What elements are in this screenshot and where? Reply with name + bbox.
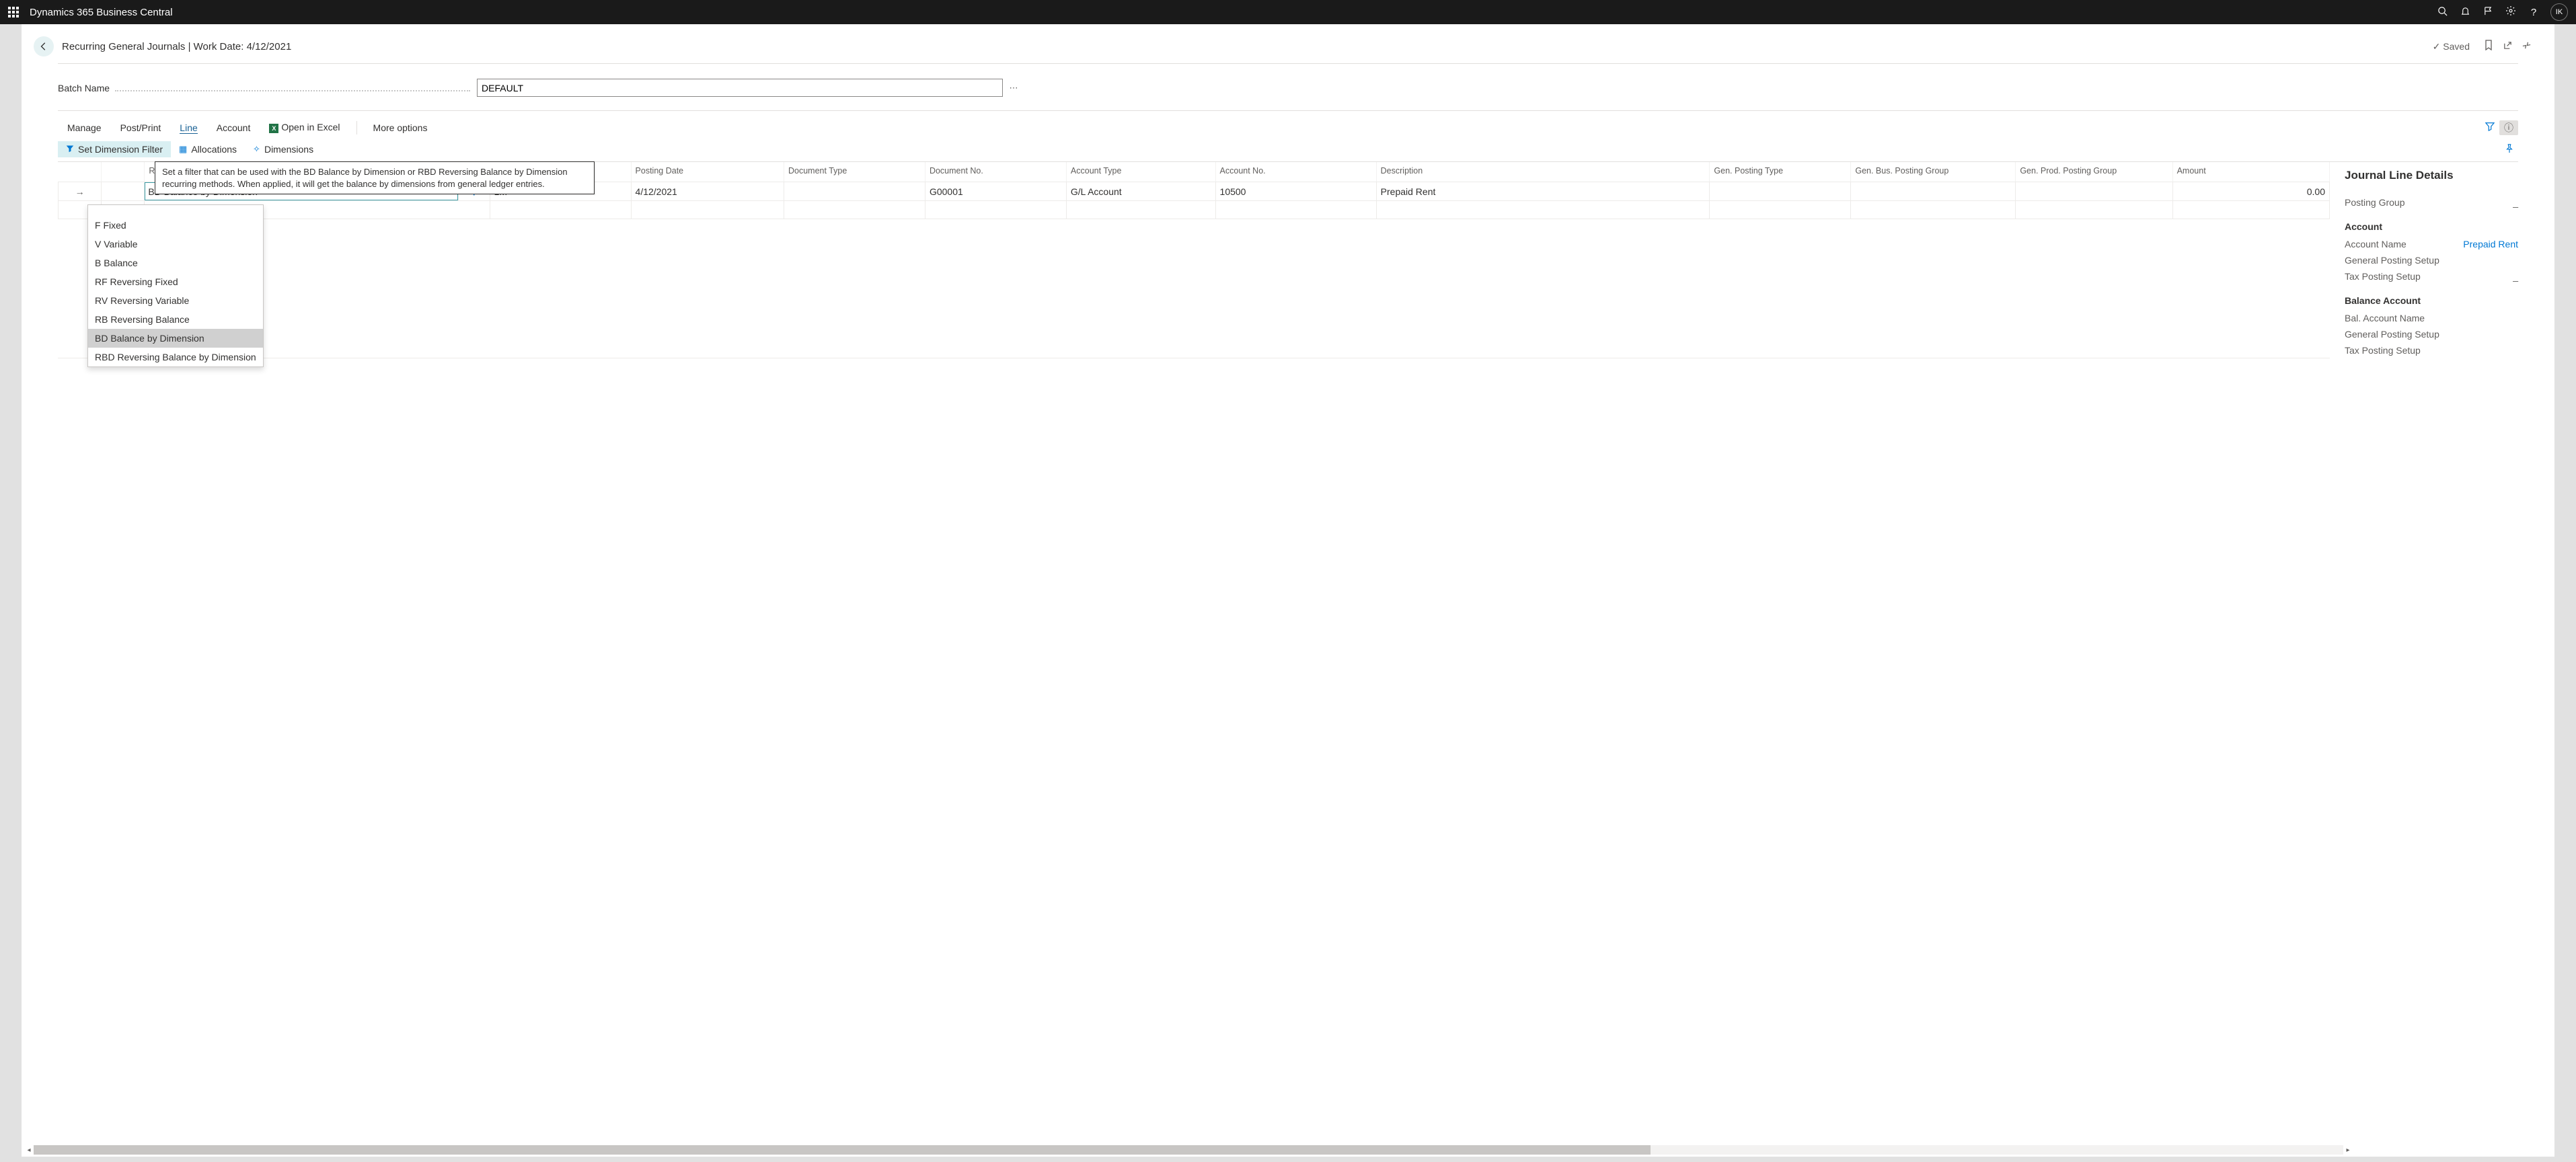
factbox-toggle-icon[interactable]: ⓘ: [2499, 120, 2518, 135]
dropdown-option-selected[interactable]: BD Balance by Dimension: [88, 329, 263, 348]
col-document-no[interactable]: Document No.: [925, 162, 1066, 182]
action-toolbar: Manage Post/Print Line Account XOpen in …: [58, 111, 2518, 137]
cell-document-no: G00001: [925, 184, 1066, 199]
breadcrumb: Recurring General Journals | Work Date: …: [62, 41, 291, 52]
col-gen-bus-posting-group[interactable]: Gen. Bus. Posting Group: [1851, 162, 2016, 182]
bal-tax-posting-setup-label: Tax Posting Setup: [2345, 345, 2518, 356]
allocations-icon: ▦: [179, 144, 187, 155]
dropdown-option[interactable]: RBD Reversing Balance by Dimension: [88, 348, 263, 358]
recurring-method-dropdown[interactable]: F Fixed V Variable B Balance RF Reversin…: [87, 204, 264, 358]
col-gen-prod-posting-group[interactable]: Gen. Prod. Posting Group: [2016, 162, 2172, 182]
col-account-type[interactable]: Account Type: [1066, 162, 1215, 182]
account-name-label: Account Name: [2345, 239, 2463, 249]
cell-account-type: G/L Account: [1067, 184, 1215, 199]
cell-posting-date: 4/12/2021: [632, 184, 784, 199]
settings-icon[interactable]: [2499, 5, 2522, 19]
search-icon[interactable]: [2431, 6, 2454, 19]
user-avatar[interactable]: IK: [2550, 3, 2568, 21]
tab-manage[interactable]: Manage: [58, 118, 111, 137]
journal-line-details-panel: Journal Line Details Posting Group_ Acco…: [2330, 162, 2518, 358]
tooltip: Set a filter that can be used with the B…: [155, 161, 595, 194]
col-description[interactable]: Description: [1376, 162, 1710, 182]
tab-line[interactable]: Line: [170, 118, 206, 137]
batch-name-input[interactable]: [477, 79, 1003, 97]
cell-gen-posting-type: [1710, 190, 1850, 194]
filter-icon[interactable]: [2480, 122, 2499, 133]
set-dimension-filter-button[interactable]: Set Dimension Filter: [58, 141, 171, 157]
tax-posting-setup-label: Tax Posting Setup: [2345, 271, 2513, 282]
back-button[interactable]: [34, 36, 54, 56]
app-launcher-icon[interactable]: [8, 7, 19, 17]
scroll-left-icon[interactable]: ◂: [24, 1147, 34, 1154]
bal-gen-posting-setup-label: General Posting Setup: [2345, 329, 2518, 340]
collapse-icon[interactable]: [2517, 40, 2536, 53]
cell-document-type: [784, 190, 925, 194]
batch-name-row: Batch Name ⋯: [58, 63, 2518, 111]
dropdown-option[interactable]: RV Reversing Variable: [88, 291, 263, 310]
details-title: Journal Line Details: [2345, 169, 2518, 182]
col-posting-date[interactable]: Posting Date: [631, 162, 784, 182]
posting-group-label: Posting Group: [2345, 197, 2513, 208]
dropdown-option[interactable]: B Balance: [88, 254, 263, 272]
bal-account-name-label: Bal. Account Name: [2345, 313, 2518, 323]
dropdown-option[interactable]: RF Reversing Fixed: [88, 272, 263, 291]
dropdown-option[interactable]: V Variable: [88, 235, 263, 254]
bookmark-icon[interactable]: [2479, 40, 2498, 53]
cell-gen-bus-posting-group: [1851, 190, 2015, 194]
more-options-button[interactable]: More options: [364, 118, 437, 137]
line-subtoolbar: Set Dimension Filter ▦ Allocations ✧ Dim…: [58, 137, 2518, 162]
pin-icon[interactable]: [2501, 144, 2518, 155]
dimensions-button[interactable]: ✧ Dimensions: [245, 141, 321, 157]
cell-gen-prod-posting-group: [2016, 190, 2172, 194]
allocations-label: Allocations: [191, 144, 237, 155]
allocations-button[interactable]: ▦ Allocations: [171, 141, 245, 157]
dropdown-option[interactable]: F Fixed: [88, 216, 263, 235]
cell-description: Prepaid Rent: [1377, 184, 1710, 199]
notification-icon[interactable]: [2454, 6, 2476, 19]
cell-amount: 0.00: [2173, 184, 2329, 199]
col-document-type[interactable]: Document Type: [784, 162, 925, 182]
help-icon[interactable]: ?: [2522, 7, 2545, 18]
open-in-excel-button[interactable]: XOpen in Excel: [260, 118, 349, 137]
row-selector-icon[interactable]: →: [59, 182, 102, 201]
page-header: Recurring General Journals | Work Date: …: [22, 24, 2554, 63]
gen-posting-setup-label: General Posting Setup: [2345, 255, 2518, 266]
saved-status: Saved: [2433, 41, 2470, 52]
dimensions-icon: ✧: [253, 144, 260, 155]
dimensions-label: Dimensions: [264, 144, 313, 155]
tab-account[interactable]: Account: [207, 118, 260, 137]
horizontal-scrollbar[interactable]: ◂ ▸: [24, 1145, 2353, 1155]
cell-account-no: 10500: [1216, 184, 1376, 199]
filter-funnel-icon: [66, 145, 74, 155]
col-gen-posting-type[interactable]: Gen. Posting Type: [1710, 162, 1851, 182]
account-name-value[interactable]: Prepaid Rent: [2463, 239, 2518, 249]
set-dimension-filter-label: Set Dimension Filter: [78, 144, 163, 155]
scroll-right-icon[interactable]: ▸: [2343, 1147, 2353, 1154]
balance-account-section: Balance Account: [2345, 295, 2518, 306]
flag-icon[interactable]: [2476, 6, 2499, 19]
table-row-empty[interactable]: [59, 201, 2330, 219]
dropdown-option[interactable]: RB Reversing Balance: [88, 310, 263, 329]
app-title: Dynamics 365 Business Central: [30, 7, 173, 18]
page-workspace: Recurring General Journals | Work Date: …: [22, 24, 2554, 1157]
col-account-no[interactable]: Account No.: [1215, 162, 1376, 182]
col-amount[interactable]: Amount: [2172, 162, 2329, 182]
titlebar: Dynamics 365 Business Central ? IK: [0, 0, 2576, 24]
tab-post-print[interactable]: Post/Print: [111, 118, 171, 137]
batch-name-label: Batch Name: [58, 83, 110, 93]
batch-name-lookup-icon[interactable]: ⋯: [1006, 79, 1022, 97]
account-section: Account: [2345, 221, 2518, 232]
popout-icon[interactable]: [2498, 40, 2517, 53]
excel-icon: X: [269, 124, 278, 133]
